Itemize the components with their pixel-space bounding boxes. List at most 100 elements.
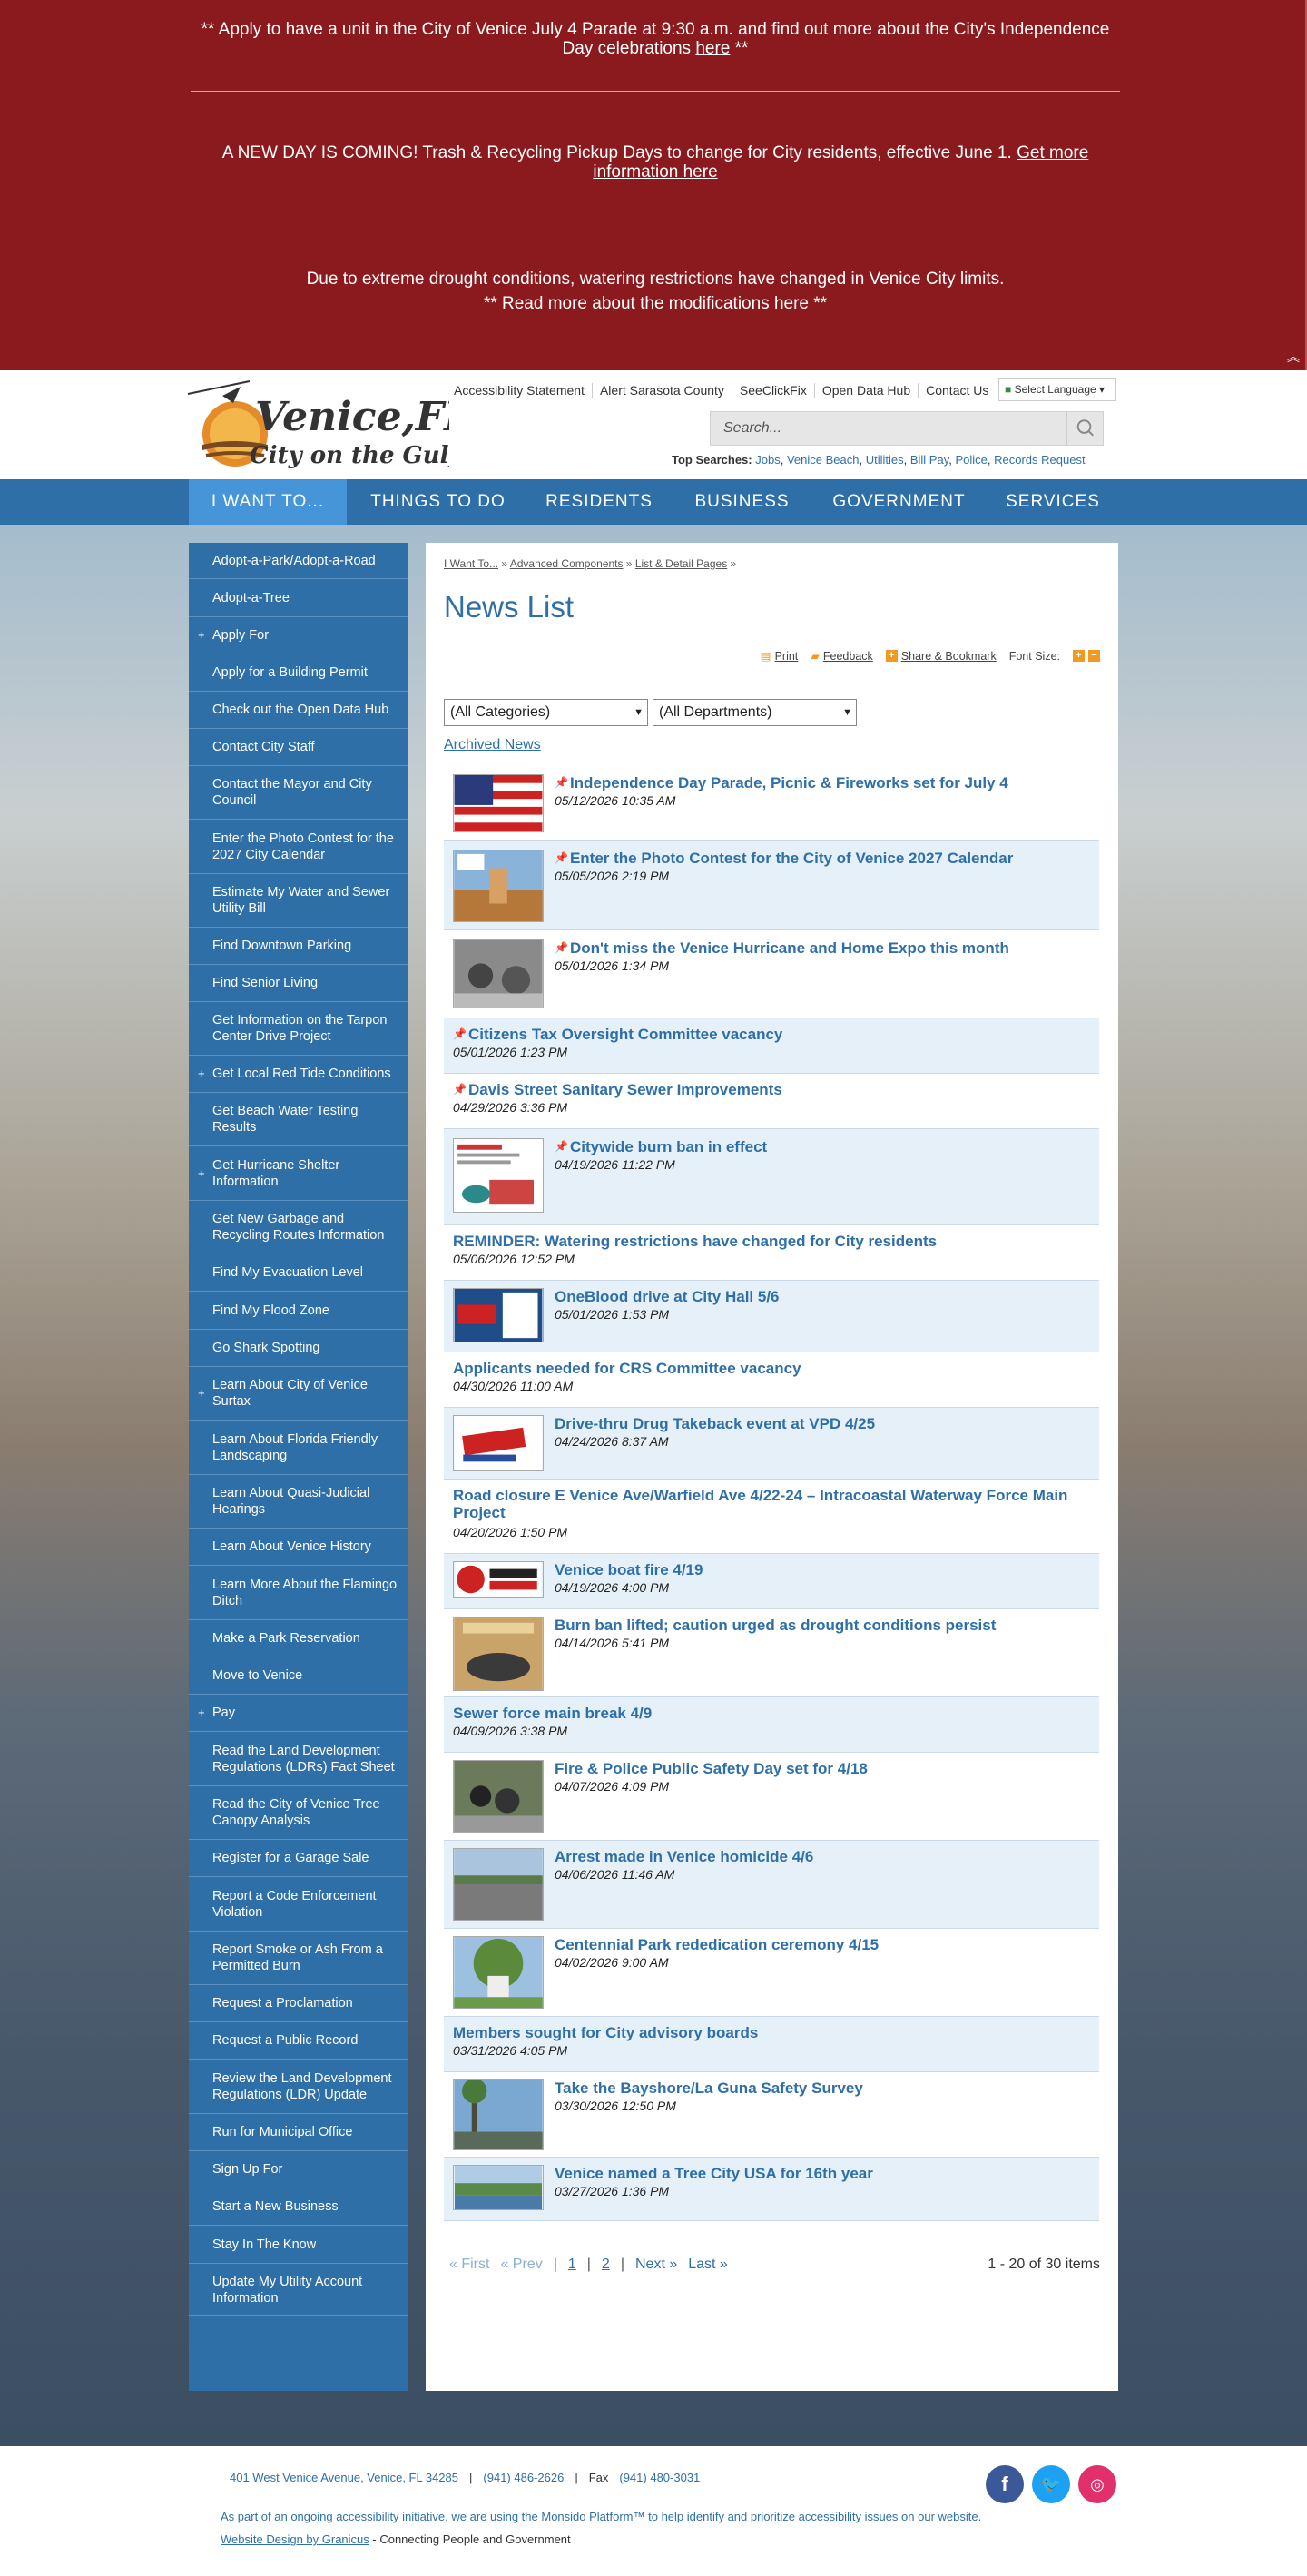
sidebar-item[interactable]: Find Senior Living [189, 965, 408, 1002]
nav-government[interactable]: GOVERNMENT [824, 479, 974, 525]
sidebar-item[interactable]: Report Smoke or Ash From a Permitted Bur… [189, 1932, 408, 1985]
sidebar-item[interactable]: Report a Code Enforcement Violation [189, 1877, 408, 1932]
news-item[interactable]: Applicants needed for CRS Committee vaca… [444, 1352, 1099, 1408]
facebook-icon[interactable]: f [986, 2465, 1024, 2503]
news-item[interactable]: Venice named a Tree City USA for 16th ye… [444, 2158, 1099, 2221]
sidebar-item[interactable]: Run for Municipal Office [189, 2114, 408, 2151]
news-title[interactable]: Venice boat fire 4/19 [555, 1561, 703, 1578]
news-title[interactable]: Enter the Photo Contest for the City of … [570, 850, 1013, 867]
news-item[interactable]: Sewer force main break 4/9 04/09/2026 3:… [444, 1697, 1099, 1753]
crumb-advanced-components[interactable]: Advanced Components [510, 557, 624, 570]
expand-icon[interactable]: + [198, 1066, 205, 1082]
sidebar-item[interactable]: Get New Garbage and Recycling Routes Inf… [189, 1201, 408, 1254]
news-item[interactable]: Drive-thru Drug Takeback event at VPD 4/… [444, 1408, 1099, 1480]
news-item[interactable]: Centennial Park rededication ceremony 4/… [444, 1929, 1099, 2017]
news-item[interactable]: REMINDER: Watering restrictions have cha… [444, 1225, 1099, 1281]
drought-here-link[interactable]: here [774, 294, 809, 313]
collapse-alerts-icon[interactable]: ︽ [1287, 348, 1300, 367]
search-input[interactable]: Search... [723, 420, 781, 437]
pager-page-1[interactable]: 1 [568, 2256, 576, 2273]
news-item[interactable]: Road closure E Venice Ave/Warfield Ave 4… [444, 1480, 1099, 1554]
font-increase-icon[interactable]: + [1073, 650, 1085, 662]
news-title[interactable]: REMINDER: Watering restrictions have cha… [453, 1233, 937, 1250]
parade-here-link[interactable]: here [695, 39, 730, 58]
top-search-records[interactable]: Records Request [994, 453, 1085, 467]
pager-first[interactable]: « First [449, 2256, 489, 2273]
sidebar-item[interactable]: Learn About Florida Friendly Landscaping [189, 1421, 408, 1475]
sidebar-item[interactable]: Apply for a Building Permit [189, 654, 408, 692]
news-title[interactable]: Arrest made in Venice homicide 4/6 [555, 1848, 813, 1865]
news-title[interactable]: Citywide burn ban in effect [570, 1138, 767, 1155]
news-title[interactable]: Take the Bayshore/La Guna Safety Survey [555, 2079, 863, 2097]
sidebar-item[interactable]: Contact City Staff [189, 729, 408, 766]
expand-icon[interactable]: + [198, 1165, 205, 1182]
venice-logo[interactable]: Venice,FL City on the Gulf [186, 378, 449, 476]
sidebar-item[interactable]: Go Shark Spotting [189, 1330, 408, 1367]
news-title[interactable]: Fire & Police Public Safety Day set for … [555, 1760, 868, 1777]
sidebar-item[interactable]: Find Downtown Parking [189, 928, 408, 965]
news-title[interactable]: Centennial Park rededication ceremony 4/… [555, 1936, 879, 1953]
department-select[interactable]: (All Departments) ▼ [653, 699, 857, 726]
pager-prev[interactable]: « Prev [500, 2256, 542, 2273]
news-item[interactable]: Fire & Police Public Safety Day set for … [444, 1753, 1099, 1841]
phone-link[interactable]: (941) 486-2626 [483, 2471, 564, 2484]
utility-seeclickfix[interactable]: SeeClickFix [731, 383, 814, 398]
sidebar-item[interactable]: Read the City of Venice Tree Canopy Anal… [189, 1786, 408, 1840]
address-link[interactable]: 401 West Venice Avenue, Venice, FL 34285 [230, 2471, 458, 2484]
news-item[interactable]: 📌 Citywide burn ban in effect 04/19/2026 … [444, 1129, 1099, 1225]
sidebar-item[interactable]: Enter the Photo Contest for the 2027 Cit… [189, 820, 408, 874]
crumb-list-detail[interactable]: List & Detail Pages [635, 557, 727, 570]
news-item[interactable]: 📌 Davis Street Sanitary Sewer Improvement… [444, 1074, 1099, 1129]
news-item[interactable]: Arrest made in Venice homicide 4/6 04/06… [444, 1841, 1099, 1929]
top-search-venice-beach[interactable]: Venice Beach [787, 453, 860, 467]
expand-icon[interactable]: + [198, 1385, 205, 1401]
sidebar-item[interactable]: Find My Flood Zone [189, 1292, 408, 1330]
nav-i-want-to[interactable]: I WANT TO... [189, 479, 347, 525]
sidebar-item[interactable]: Find My Evacuation Level [189, 1254, 408, 1292]
pager-page-2[interactable]: 2 [602, 2256, 610, 2273]
twitter-icon[interactable]: 🐦 [1032, 2465, 1070, 2503]
top-search-jobs[interactable]: Jobs [755, 453, 780, 467]
sidebar-item[interactable]: Check out the Open Data Hub [189, 692, 408, 729]
nav-services[interactable]: SERVICES [998, 479, 1107, 525]
news-item[interactable]: Take the Bayshore/La Guna Safety Survey … [444, 2072, 1099, 2158]
sidebar-item[interactable]: Learn About Venice History [189, 1529, 408, 1566]
nav-residents[interactable]: RESIDENTS [536, 479, 663, 525]
expand-icon[interactable]: + [198, 627, 205, 644]
news-item[interactable]: Members sought for City advisory boards … [444, 2017, 1099, 2072]
news-title[interactable]: Burn ban lifted; caution urged as drough… [555, 1617, 996, 1634]
top-search-utilities[interactable]: Utilities [866, 453, 904, 467]
print-button[interactable]: ▤ Print [761, 649, 799, 664]
sidebar-item[interactable]: Get Information on the Tarpon Center Dri… [189, 1002, 408, 1056]
font-decrease-icon[interactable]: − [1088, 650, 1100, 662]
sidebar-item[interactable]: Start a New Business [189, 2188, 408, 2226]
granicus-link[interactable]: Website Design by Granicus [221, 2532, 369, 2546]
sidebar-item[interactable]: Learn About Quasi-Judicial Hearings [189, 1475, 408, 1529]
sidebar-item[interactable]: Request a Proclamation [189, 1985, 408, 2022]
utility-contact[interactable]: Contact Us [918, 383, 996, 398]
sidebar-item[interactable]: + Get Hurricane Shelter Information [189, 1146, 408, 1201]
news-title[interactable]: Citizens Tax Oversight Committee vacancy [468, 1026, 782, 1043]
news-item[interactable]: OneBlood drive at City Hall 5/6 05/01/20… [444, 1281, 1099, 1352]
news-title[interactable]: Sewer force main break 4/9 [453, 1705, 652, 1722]
news-item[interactable]: 📌 Citizens Tax Oversight Committee vacanc… [444, 1018, 1099, 1074]
sidebar-item[interactable]: Review the Land Development Regulations … [189, 2060, 408, 2114]
sidebar-item[interactable]: Request a Public Record [189, 2022, 408, 2060]
language-select[interactable]: ■ Select Language ▾ [998, 378, 1116, 401]
news-title[interactable]: Members sought for City advisory boards [453, 2024, 758, 2041]
archived-news-link[interactable]: Archived News [444, 737, 541, 753]
news-title[interactable]: OneBlood drive at City Hall 5/6 [555, 1288, 780, 1305]
news-item[interactable]: 📌 Enter the Photo Contest for the City of… [444, 841, 1099, 930]
sidebar-item[interactable]: + Pay [189, 1695, 408, 1732]
top-search-bill-pay[interactable]: Bill Pay [910, 453, 948, 467]
news-title[interactable]: Drive-thru Drug Takeback event at VPD 4/… [555, 1415, 875, 1432]
sidebar-item[interactable]: Read the Land Development Regulations (L… [189, 1732, 408, 1786]
feedback-button[interactable]: ▰ Feedback [811, 649, 873, 664]
share-button[interactable]: + Share & Bookmark [885, 650, 997, 663]
sidebar-item[interactable]: Learn More About the Flamingo Ditch [189, 1566, 408, 1620]
sidebar-item[interactable]: Contact the Mayor and City Council [189, 766, 408, 820]
sidebar-item[interactable]: Adopt-a-Tree [189, 579, 408, 617]
news-title[interactable]: Don't miss the Venice Hurricane and Home… [570, 939, 1009, 957]
news-item[interactable]: 📌 Independence Day Parade, Picnic & Firew… [444, 765, 1099, 841]
sidebar-item[interactable]: Sign Up For [189, 2151, 408, 2188]
